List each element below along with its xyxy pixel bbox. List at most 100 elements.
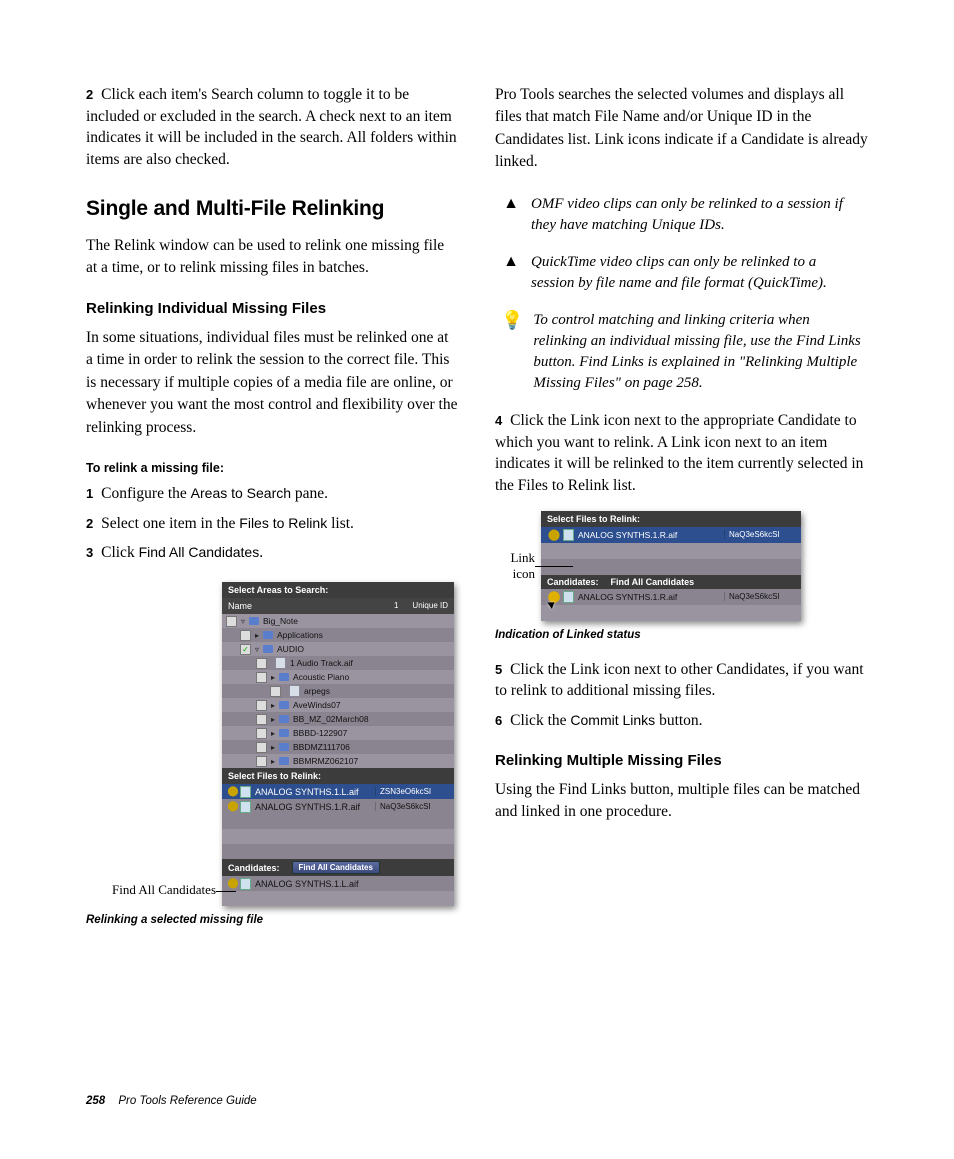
folder-icon bbox=[249, 617, 259, 625]
figure-relink-window: Find All Candidates Select Areas to Sear… bbox=[86, 582, 459, 906]
file-icon bbox=[563, 529, 574, 541]
unique-id: NaQ3eS6kcSI bbox=[375, 802, 450, 811]
link-icon[interactable]: ⬤ bbox=[226, 878, 240, 889]
subsection-heading: Relinking Multiple Missing Files bbox=[495, 752, 868, 769]
checkbox[interactable] bbox=[256, 756, 267, 767]
warning-icon: ▲ bbox=[501, 252, 521, 271]
section-heading: Single and Multi-File Relinking bbox=[86, 197, 459, 221]
disclosure-icon[interactable]: ▸ bbox=[271, 729, 275, 738]
file-name: ANALOG SYNTHS.1.L.aif bbox=[255, 787, 375, 797]
files-header: Select Files to Relink: bbox=[222, 768, 454, 784]
disclosure-icon[interactable]: ▸ bbox=[271, 743, 275, 752]
warning-quicktime: ▲ QuickTime video clips can only be reli… bbox=[495, 252, 868, 294]
subsection-text: Using the Find Links button, multiple fi… bbox=[495, 779, 868, 824]
tree-row: ▸ BBBD-122907 bbox=[222, 726, 454, 740]
checkbox[interactable] bbox=[256, 728, 267, 739]
relink-panel: Select Areas to Search: Name 1 Unique ID… bbox=[222, 582, 454, 906]
disclosure-icon[interactable]: ▸ bbox=[271, 701, 275, 710]
file-row[interactable]: ⬤ANALOG SYNTHS.1.R.aifNaQ3eS6kcSI bbox=[222, 799, 454, 814]
disclosure-icon[interactable]: ▸ bbox=[271, 757, 275, 766]
checkbox[interactable] bbox=[240, 630, 251, 641]
tree-row: ▸BBDMZ111706 bbox=[222, 740, 454, 754]
find-all-candidates-button[interactable]: Find All Candidates bbox=[292, 861, 380, 874]
checkbox[interactable] bbox=[270, 686, 281, 697]
link-icon[interactable]: ⬤ bbox=[545, 590, 563, 603]
warning-omf: ▲ OMF video clips can only be relinked t… bbox=[495, 194, 868, 236]
link-status-panel: Select Files to Relink: ⬤ ANALOG SYNTHS.… bbox=[541, 511, 801, 621]
candidate-row: ⬤ ANALOG SYNTHS.1.L.aif bbox=[222, 876, 454, 891]
subsection-text: In some situations, individual files mus… bbox=[86, 327, 459, 439]
checkbox[interactable] bbox=[256, 672, 267, 683]
folder-icon bbox=[279, 729, 289, 737]
file-row-selected: ⬤ ANALOG SYNTHS.1.R.aif NaQ3eS6kcSI bbox=[541, 527, 801, 543]
disclosure-icon[interactable]: ▿ bbox=[241, 617, 245, 626]
item-name: arpegs bbox=[304, 686, 450, 696]
tree-row: ▸ Applications bbox=[222, 628, 454, 642]
book-title: Pro Tools Reference Guide bbox=[118, 1095, 256, 1107]
file-icon bbox=[240, 786, 251, 798]
right-intro: Pro Tools searches the selected volumes … bbox=[495, 84, 868, 174]
checkbox[interactable] bbox=[226, 616, 237, 627]
checkbox[interactable]: ✓ bbox=[240, 644, 251, 655]
tree-row: ▸ Acoustic Piano bbox=[222, 670, 454, 684]
disclosure-icon[interactable]: ▸ bbox=[271, 715, 275, 724]
step-6: 6 Click the Commit Links button. bbox=[495, 710, 868, 732]
procedure-title: To relink a missing file: bbox=[86, 461, 459, 475]
file-row[interactable]: ⬤ ANALOG SYNTHS.1.L.aifZSN3eO6kcSI bbox=[222, 784, 454, 799]
step-text: Click each item's Search column to toggl… bbox=[86, 86, 457, 168]
link-icon[interactable]: ⬤ bbox=[226, 801, 240, 812]
folder-icon bbox=[279, 757, 289, 765]
step-2: 2 Select one item in the Files to Relink… bbox=[86, 513, 459, 535]
tree-row: ▸ AveWinds07 bbox=[222, 698, 454, 712]
step-1: 1 Configure the Areas to Search pane. bbox=[86, 483, 459, 505]
checkbox[interactable] bbox=[256, 742, 267, 753]
step-number: 2 bbox=[86, 87, 93, 102]
page-footer: 258 Pro Tools Reference Guide bbox=[86, 1095, 257, 1107]
item-name: Applications bbox=[277, 630, 450, 640]
folder-icon bbox=[279, 701, 289, 709]
item-name: Big_Note bbox=[263, 616, 450, 626]
areas-tree: ▿Big_Note▸Applications✓▿AUDIO1 Audio Tra… bbox=[222, 614, 454, 768]
figure-caption: Relinking a selected missing file bbox=[86, 914, 459, 926]
folder-icon bbox=[279, 743, 289, 751]
checkbox[interactable] bbox=[256, 700, 267, 711]
disclosure-icon[interactable]: ▸ bbox=[255, 631, 259, 640]
checkbox[interactable] bbox=[256, 714, 267, 725]
file-icon bbox=[275, 657, 286, 669]
folder-icon bbox=[279, 673, 289, 681]
find-all-candidates-button[interactable]: Find All Candidates bbox=[611, 577, 695, 587]
item-name: BBMRMZ062107 bbox=[293, 756, 450, 766]
link-icon[interactable]: ⬤ bbox=[226, 786, 240, 797]
step-2-top: 2 Click each item's Search column to tog… bbox=[86, 84, 459, 171]
figure-link-status: Link icon Select Files to Relink: ⬤ ANAL… bbox=[495, 511, 868, 621]
folder-icon bbox=[263, 631, 273, 639]
unique-id: ZSN3eO6kcSI bbox=[375, 787, 450, 796]
item-name: AveWinds07 bbox=[293, 700, 450, 710]
step-5: 5 Click the Link icon next to other Cand… bbox=[495, 659, 868, 702]
disclosure-icon[interactable]: ▿ bbox=[255, 645, 259, 654]
tree-row: arpegs bbox=[222, 684, 454, 698]
item-name: 1 Audio Track.aif bbox=[290, 658, 450, 668]
folder-icon bbox=[279, 715, 289, 723]
candidates-header: Candidates: Find All Candidates bbox=[222, 859, 454, 876]
page-number: 258 bbox=[86, 1095, 105, 1107]
file-icon bbox=[240, 801, 251, 813]
checkbox[interactable] bbox=[256, 658, 267, 669]
disclosure-icon[interactable]: ▸ bbox=[271, 673, 275, 682]
folder-icon bbox=[263, 645, 273, 653]
tree-row: ✓▿AUDIO bbox=[222, 642, 454, 656]
step-4: 4 Click the Link icon next to the approp… bbox=[495, 410, 868, 497]
subsection-heading: Relinking Individual Missing Files bbox=[86, 300, 459, 317]
callout-link-icon: Link icon bbox=[495, 550, 535, 581]
item-name: BBBD-122907 bbox=[293, 728, 450, 738]
file-icon bbox=[240, 878, 251, 890]
file-icon bbox=[563, 591, 574, 603]
tip-find-links: 💡 To control matching and linking criter… bbox=[495, 310, 868, 394]
link-icon[interactable]: ⬤ bbox=[545, 528, 563, 541]
areas-header: Select Areas to Search: bbox=[222, 582, 454, 598]
item-name: BB_MZ_02March08 bbox=[293, 714, 450, 724]
item-name: Acoustic Piano bbox=[293, 672, 450, 682]
candidates-header: Candidates: Find All Candidates bbox=[541, 575, 801, 589]
file-icon bbox=[289, 685, 300, 697]
section-intro: The Relink window can be used to relink … bbox=[86, 235, 459, 280]
